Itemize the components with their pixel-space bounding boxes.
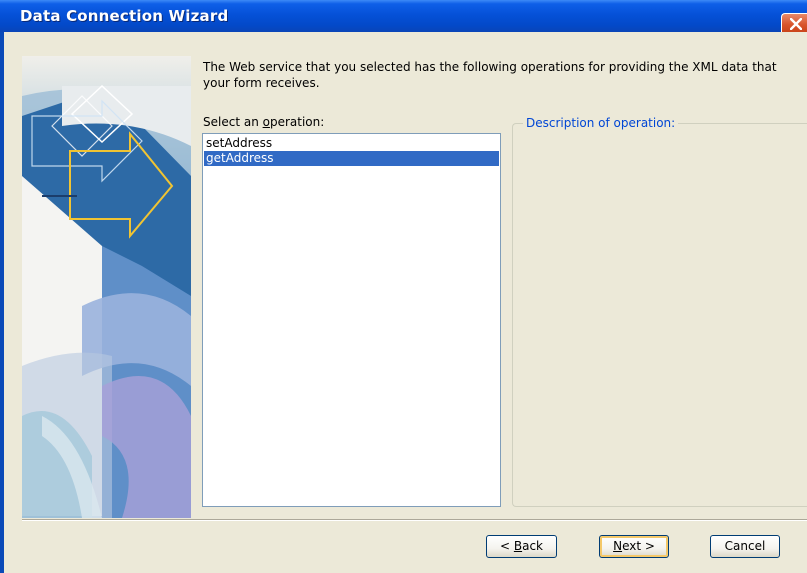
description-group [512, 123, 807, 507]
dialog-client-area: The Web service that you selected has th… [4, 32, 807, 573]
title-bar[interactable]: Data Connection Wizard [0, 0, 807, 37]
operation-item-setaddress[interactable]: setAddress [204, 136, 499, 151]
operation-list[interactable]: setAddress getAddress [202, 133, 501, 507]
button-separator [22, 519, 807, 521]
intro-text: The Web service that you selected has th… [203, 60, 777, 90]
operation-list-label: Select an operation: [203, 115, 325, 129]
cancel-button[interactable]: Cancel [710, 535, 780, 558]
back-button[interactable]: < Back [486, 535, 557, 558]
wizard-window: Data Connection Wizard The Web service t… [0, 0, 807, 573]
description-label: Description of operation: [523, 116, 679, 130]
wizard-banner-image [22, 56, 191, 518]
operation-item-getaddress[interactable]: getAddress [204, 151, 499, 166]
close-icon [790, 18, 802, 30]
next-button[interactable]: Next > [599, 535, 669, 558]
window-title: Data Connection Wizard [20, 7, 229, 25]
